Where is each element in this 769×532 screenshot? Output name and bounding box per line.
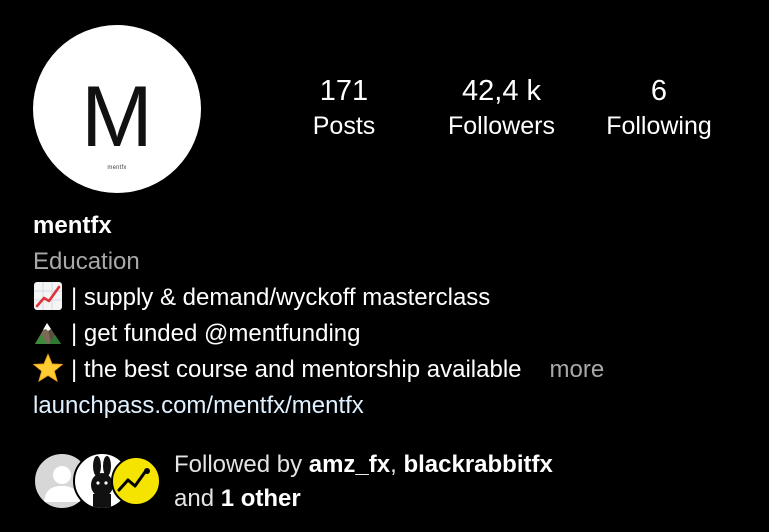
following-stat[interactable]: 6 Following xyxy=(590,72,728,142)
posts-count: 171 xyxy=(319,75,369,107)
mountain-icon xyxy=(33,317,63,347)
followed-by-section[interactable]: Followed by amz_fx, blackrabbitfx and 1 o… xyxy=(33,448,753,512)
follower-username-1[interactable]: amz_fx xyxy=(309,451,390,478)
profile-avatar[interactable]: M mentfx xyxy=(33,25,201,193)
avatar-subtext: mentfx xyxy=(107,165,127,171)
followed-by-prefix: Followed by xyxy=(174,451,309,478)
username: mentfx xyxy=(33,212,112,239)
bio-line-2-text: | get funded @mentfunding xyxy=(71,320,361,347)
following-label: Following xyxy=(606,112,712,140)
category-label: Education xyxy=(33,248,140,275)
follower-avatar-3 xyxy=(111,456,161,506)
star-icon xyxy=(32,353,64,383)
bio-link[interactable]: launchpass.com/mentfx/mentfx xyxy=(33,388,733,424)
profile-bio: mentfx Education | supply & demand/wycko… xyxy=(32,208,733,424)
bio-line-2: | get funded @mentfunding xyxy=(33,316,733,352)
followers-label: Followers xyxy=(448,112,555,140)
followed-by-separator: , xyxy=(390,451,404,478)
bio-line-1: | supply & demand/wyckoff masterclass xyxy=(33,280,733,316)
more-button[interactable]: more xyxy=(550,356,605,383)
followed-by-and: and xyxy=(174,485,221,512)
posts-label: Posts xyxy=(312,112,376,140)
followed-by-others[interactable]: 1 other xyxy=(221,485,301,512)
following-count: 6 xyxy=(650,75,668,107)
chart-increasing-icon xyxy=(33,281,63,311)
bio-line-3: | the best course and mentorship availab… xyxy=(32,352,733,388)
followed-by-text: Followed by amz_fx, blackrabbitfx and 1 o… xyxy=(174,448,553,516)
chart-logo-icon xyxy=(117,468,150,492)
followers-stat[interactable]: 42,4 k Followers xyxy=(430,72,573,142)
follower-username-2[interactable]: blackrabbitfx xyxy=(403,451,552,478)
followers-count: 42,4 k xyxy=(462,75,541,107)
posts-stat[interactable]: 171 Posts xyxy=(294,72,394,142)
svg-text:M: M xyxy=(81,69,153,165)
bio-line-1-text: | supply & demand/wyckoff masterclass xyxy=(71,284,491,311)
bio-line-3-text: | the best course and mentorship availab… xyxy=(71,356,522,383)
